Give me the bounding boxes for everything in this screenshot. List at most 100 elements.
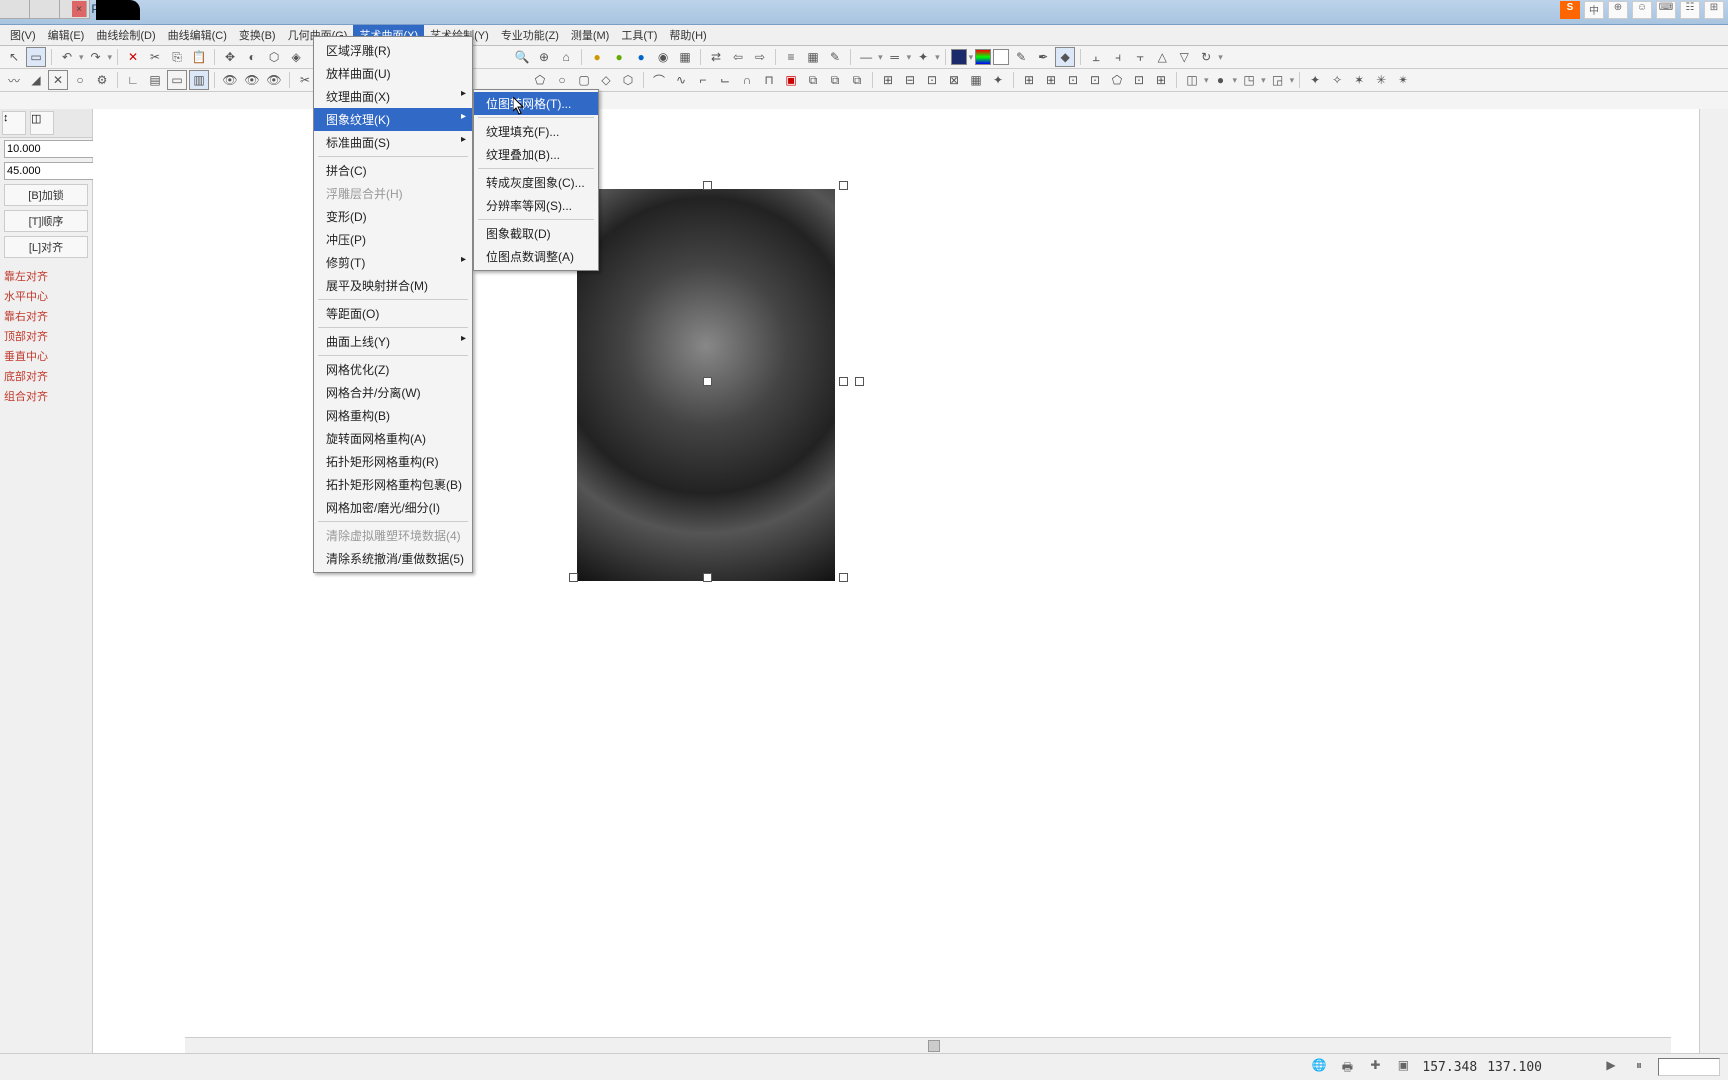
align-right[interactable]: 靠右对齐 [0, 306, 92, 326]
close-icon[interactable]: × [72, 1, 87, 17]
end-icon[interactable]: ✦ [913, 47, 933, 67]
align-bottom[interactable]: 底部对齐 [0, 366, 92, 386]
grp2-icon[interactable]: ⊟ [900, 70, 920, 90]
dup1-icon[interactable]: ⧉ [803, 70, 823, 90]
handle-tc[interactable] [703, 181, 712, 190]
chart-icon[interactable]: ▤ [145, 70, 165, 90]
grp3-icon[interactable]: ⊡ [922, 70, 942, 90]
sphere-icon[interactable]: ● [1211, 70, 1231, 90]
hexagon-icon[interactable]: ○ [552, 70, 572, 90]
arc1-icon[interactable]: ⌒ [649, 70, 669, 90]
arc2-icon[interactable]: ∿ [671, 70, 691, 90]
arrow1-icon[interactable]: ⇄ [706, 47, 726, 67]
status-print-icon[interactable]: 🖶 [1338, 1058, 1356, 1076]
align2-icon[interactable]: ⫞ [1108, 47, 1128, 67]
mesh-icon[interactable]: ▦ [675, 47, 695, 67]
status-plus-icon[interactable]: ✚ [1366, 1058, 1384, 1076]
arrow3-icon[interactable]: ⇨ [750, 47, 770, 67]
menu-pro-func[interactable]: 专业功能(Z) [495, 25, 565, 45]
grp4-icon[interactable]: ⊠ [944, 70, 964, 90]
menu-clear-undo[interactable]: 清除系统撤消/重做数据(5) [314, 547, 472, 570]
pentagon-icon[interactable]: ⬠ [530, 70, 550, 90]
star3-icon[interactable]: ✶ [1349, 70, 1369, 90]
menu-mesh-rebuild[interactable]: 网格重构(B) [314, 404, 472, 427]
image-texture-submenu[interactable]: 位图转网格(T)... 纹理填充(F)... 纹理叠加(B)... 转成灰度图象… [473, 89, 599, 271]
menu-topo-rebuild[interactable]: 拓扑矩形网格重构(R) [314, 450, 472, 473]
cube3-icon[interactable]: ◲ [1268, 70, 1288, 90]
x-icon[interactable]: ✕ [48, 70, 68, 90]
arc3-icon[interactable]: ⌐ [693, 70, 713, 90]
t6-icon[interactable]: ⊡ [1129, 70, 1149, 90]
handle-bc[interactable] [703, 573, 712, 582]
ime-1-icon[interactable]: ⊕ [1608, 1, 1628, 19]
menu-bar[interactable]: 图(V) 编辑(E) 曲线绘制(D) 曲线编辑(C) 变换(B) 几何曲面(G)… [0, 25, 1728, 46]
menu-trim[interactable]: 修剪(T) [314, 251, 472, 274]
square-icon[interactable]: ▢ [574, 70, 594, 90]
menu-mesh-refine[interactable]: 网格加密/磨光/细分(I) [314, 496, 472, 519]
menu-mesh-merge[interactable]: 网格合并/分离(W) [314, 381, 472, 404]
star5-icon[interactable]: ✴ [1393, 70, 1413, 90]
redo-icon[interactable]: ↷ [86, 47, 106, 67]
dup3-icon[interactable]: ⧉ [847, 70, 867, 90]
menu-help[interactable]: 帮助(H) [663, 25, 712, 45]
align5-icon[interactable]: ▽ [1174, 47, 1194, 67]
status-box-icon[interactable]: ▣ [1394, 1058, 1412, 1076]
fill-icon[interactable]: ◆ [1055, 47, 1075, 67]
box-icon[interactable]: ▭ [167, 70, 187, 90]
menu-view[interactable]: 图(V) [4, 25, 42, 45]
undo-icon[interactable]: ↶ [57, 47, 77, 67]
lock-button[interactable]: [B]加锁 [4, 184, 88, 206]
menu-press[interactable]: 冲压(P) [314, 228, 472, 251]
arc5-icon[interactable]: ∩ [737, 70, 757, 90]
menu-topo-wrap[interactable]: 拓扑矩形网格重构包裹(B) [314, 473, 472, 496]
handle-mc[interactable] [703, 377, 712, 386]
tool-b-icon[interactable]: ⬡ [264, 47, 284, 67]
light2-icon[interactable]: ● [609, 47, 629, 67]
delete-icon[interactable]: ✕ [123, 47, 143, 67]
doc-tabs[interactable]: × [0, 0, 90, 19]
handle-br[interactable] [839, 573, 848, 582]
align-vcenter[interactable]: 垂直中心 [0, 346, 92, 366]
ime-logo-icon[interactable]: S [1560, 1, 1580, 19]
dup2-icon[interactable]: ⧉ [825, 70, 845, 90]
star1-icon[interactable]: ✦ [1305, 70, 1325, 90]
eye2-icon[interactable]: 👁 [242, 70, 262, 90]
menu-curve-edit[interactable]: 曲线编辑(C) [162, 25, 233, 45]
poly-icon[interactable]: ⬡ [618, 70, 638, 90]
submenu-texture-overlay[interactable]: 纹理叠加(B)... [474, 143, 598, 166]
h-scrollbar[interactable] [185, 1037, 1671, 1053]
paste-icon[interactable]: 📋 [189, 47, 209, 67]
target-icon[interactable]: ⊕ [534, 47, 554, 67]
arc6-icon[interactable]: ⊓ [759, 70, 779, 90]
wave-icon[interactable]: 〰 [4, 70, 24, 90]
menu-tools[interactable]: 工具(T) [615, 25, 663, 45]
menu-image-texture[interactable]: 图象纹理(K) [314, 108, 472, 131]
menu-loft-surface[interactable]: 放样曲面(U) [314, 62, 472, 85]
layers-icon[interactable]: ≡ [781, 47, 801, 67]
rec-icon[interactable]: ▣ [781, 70, 801, 90]
menu-flatten[interactable]: 展平及映射拼合(M) [314, 274, 472, 297]
menu-mesh-optimize[interactable]: 网格优化(Z) [314, 358, 472, 381]
t2-icon[interactable]: ⊞ [1041, 70, 1061, 90]
menu-edit[interactable]: 编辑(E) [42, 25, 91, 45]
handle-mr[interactable] [839, 377, 848, 386]
menu-standard-surface[interactable]: 标准曲面(S) [314, 131, 472, 154]
color2-swatch[interactable] [975, 49, 991, 65]
color3-swatch[interactable] [993, 49, 1009, 65]
status-globe-icon[interactable]: 🌐 [1310, 1058, 1328, 1076]
eye1-icon[interactable]: 👁 [220, 70, 240, 90]
light3-icon[interactable]: ● [631, 47, 651, 67]
align-button[interactable]: [L]对齐 [4, 236, 88, 258]
t3-icon[interactable]: ⊡ [1063, 70, 1083, 90]
shape-a-icon[interactable]: ◢ [26, 70, 46, 90]
menu-curve-draw[interactable]: 曲线绘制(D) [90, 25, 161, 45]
axis-icon[interactable]: ∟ [123, 70, 143, 90]
line-style-icon[interactable]: — [856, 47, 876, 67]
menu-texture-surface[interactable]: 纹理曲面(X) [314, 85, 472, 108]
align-left[interactable]: 靠左对齐 [0, 266, 92, 286]
pen-icon[interactable]: ✒ [1033, 47, 1053, 67]
render-icon[interactable]: ◉ [653, 47, 673, 67]
ime-2-icon[interactable]: ☺ [1632, 1, 1652, 19]
circle-icon[interactable]: ○ [70, 70, 90, 90]
menu-region-relief[interactable]: 区域浮雕(R) [314, 39, 472, 62]
